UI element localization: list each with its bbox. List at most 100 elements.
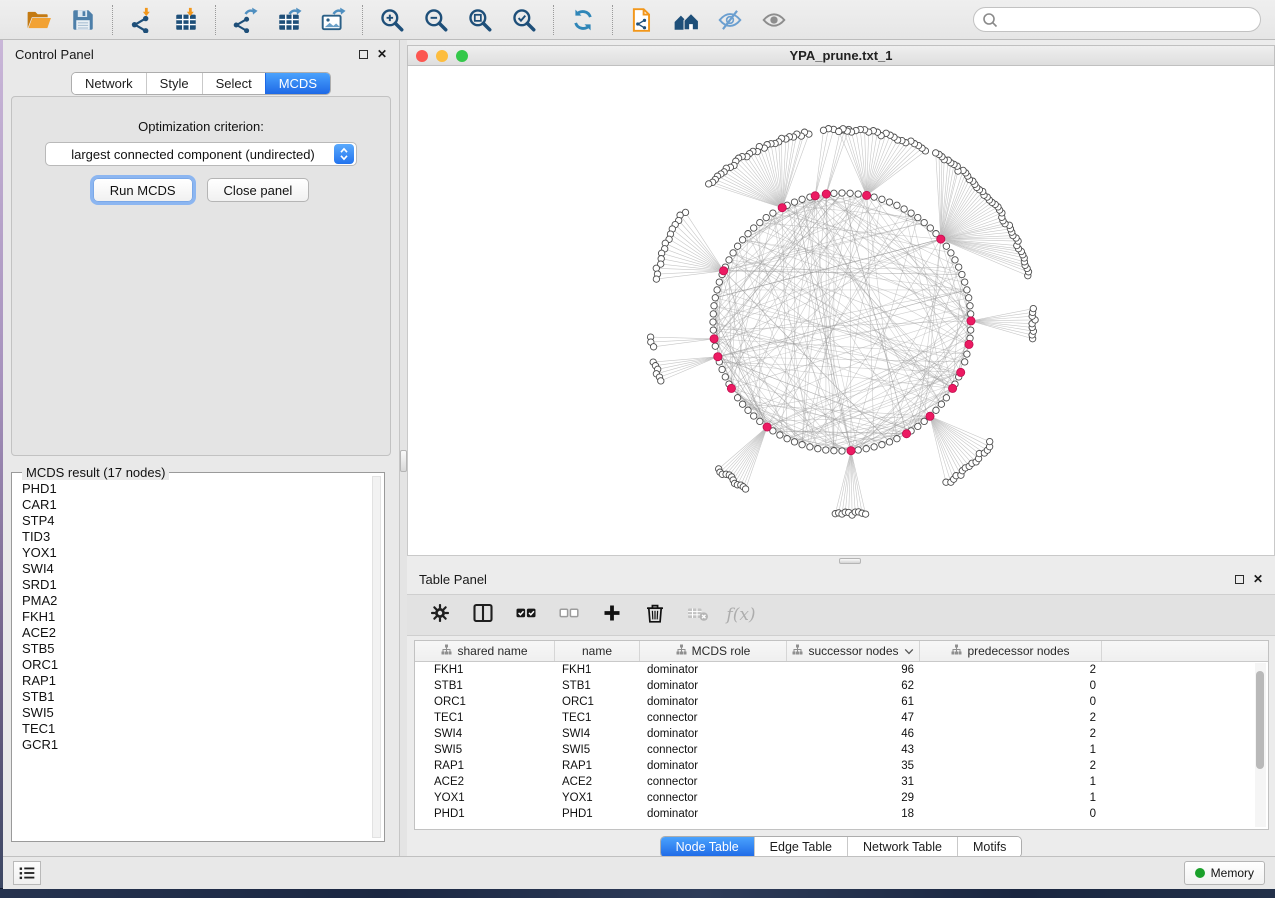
- network-view[interactable]: [407, 66, 1275, 556]
- table-row[interactable]: SWI4SWI4dominator462: [415, 726, 1268, 742]
- tab-network-table[interactable]: Network Table: [847, 837, 957, 857]
- result-node-item[interactable]: SWI5: [22, 705, 370, 721]
- zoom-fit-button[interactable]: [465, 5, 495, 35]
- document-share-icon: [629, 7, 655, 33]
- result-node-item[interactable]: RAP1: [22, 673, 370, 689]
- close-table-panel-icon[interactable]: ✕: [1253, 573, 1263, 585]
- import-network-button[interactable]: [127, 5, 157, 35]
- tab-network[interactable]: Network: [72, 73, 146, 94]
- hide-graphics-details-button[interactable]: [715, 5, 745, 35]
- delete-columns-button[interactable]: [642, 602, 668, 628]
- memory-button[interactable]: Memory: [1184, 861, 1265, 885]
- table-row[interactable]: ORC1ORC1dominator610: [415, 694, 1268, 710]
- result-node-item[interactable]: STB1: [22, 689, 370, 705]
- export-image-button[interactable]: [318, 5, 348, 35]
- share-network-document-button[interactable]: [627, 5, 657, 35]
- split-panel-button[interactable]: [470, 602, 496, 628]
- table-row[interactable]: SWI5SWI5connector431: [415, 742, 1268, 758]
- table-scrollbar-thumb[interactable]: [1256, 671, 1264, 769]
- panel-menu-button[interactable]: [13, 861, 41, 885]
- export-table-button[interactable]: [274, 5, 304, 35]
- column-header-predecessor-nodes[interactable]: predecessor nodes: [920, 641, 1102, 661]
- table-row[interactable]: YOX1YOX1connector291: [415, 790, 1268, 806]
- cell-predecessor-nodes: 0: [920, 678, 1102, 694]
- float-panel-icon[interactable]: [359, 50, 368, 59]
- close-panel-button[interactable]: Close panel: [207, 178, 310, 202]
- table-row[interactable]: FKH1FKH1dominator962: [415, 662, 1268, 678]
- toolbar-group: [363, 5, 553, 35]
- table-row[interactable]: STB1STB1dominator620: [415, 678, 1268, 694]
- tab-motifs[interactable]: Motifs: [957, 837, 1021, 857]
- zoom-in-button[interactable]: [377, 5, 407, 35]
- table-scrollbar[interactable]: [1255, 663, 1266, 827]
- table-row[interactable]: TEC1TEC1connector472: [415, 710, 1268, 726]
- vertical-splitter[interactable]: [400, 40, 407, 856]
- result-node-item[interactable]: TEC1: [22, 721, 370, 737]
- search-input[interactable]: [1002, 13, 1252, 27]
- eye-slash-icon: [717, 7, 743, 33]
- result-node-item[interactable]: YOX1: [22, 545, 370, 561]
- vertical-splitter-handle[interactable]: [400, 450, 407, 472]
- result-node-item[interactable]: PHD1: [22, 481, 370, 497]
- network-workspace: YPA_prune.txt_1 Table Panel ✕ f(x) share…: [407, 40, 1275, 856]
- result-node-item[interactable]: ACE2: [22, 625, 370, 641]
- search-field[interactable]: [973, 7, 1261, 32]
- select-all-columns-button[interactable]: [513, 602, 539, 628]
- table-row[interactable]: PHD1PHD1dominator180: [415, 806, 1268, 822]
- horizontal-splitter-handle[interactable]: [839, 558, 861, 564]
- column-header-MCDS-role[interactable]: MCDS role: [640, 641, 787, 661]
- result-node-item[interactable]: SWI4: [22, 561, 370, 577]
- table-import-icon: [173, 7, 199, 33]
- network-overview-button[interactable]: [671, 5, 701, 35]
- result-node-item[interactable]: ORC1: [22, 657, 370, 673]
- tab-select[interactable]: Select: [202, 73, 265, 94]
- optimization-criterion-select[interactable]: largest connected component (undirected): [45, 142, 357, 166]
- memory-status-icon: [1195, 868, 1205, 878]
- import-table-button[interactable]: [171, 5, 201, 35]
- sort-desc-icon: [904, 644, 914, 658]
- column-header-shared-name[interactable]: shared name: [415, 641, 555, 661]
- network-graph[interactable]: [408, 66, 1275, 556]
- column-header-successor-nodes[interactable]: successor nodes: [787, 641, 920, 661]
- unselect-all-columns-button[interactable]: [556, 602, 582, 628]
- mcds-result-list[interactable]: PHD1CAR1STP4TID3YOX1SWI4SRD1PMA2FKH1ACE2…: [22, 481, 370, 837]
- network-window-titlebar: YPA_prune.txt_1: [407, 45, 1275, 66]
- toolbar-group: [10, 5, 112, 35]
- export-network-button[interactable]: [230, 5, 260, 35]
- result-node-item[interactable]: STP4: [22, 513, 370, 529]
- show-graphics-details-button[interactable]: [759, 5, 789, 35]
- columns-icon: [471, 601, 495, 630]
- float-table-panel-icon[interactable]: [1235, 575, 1244, 584]
- cell-mcds-role: dominator: [640, 726, 787, 742]
- save-session-button[interactable]: [68, 5, 98, 35]
- result-scrollbar[interactable]: [372, 476, 381, 838]
- column-header-name[interactable]: name: [555, 641, 640, 661]
- tab-style[interactable]: Style: [146, 73, 202, 94]
- table-row[interactable]: ACE2ACE2connector311: [415, 774, 1268, 790]
- trash-icon: [643, 601, 667, 630]
- result-node-item[interactable]: STB5: [22, 641, 370, 657]
- result-node-item[interactable]: CAR1: [22, 497, 370, 513]
- cell-shared-name: ORC1: [415, 694, 555, 710]
- result-node-item[interactable]: TID3: [22, 529, 370, 545]
- cell-successor-nodes: 18: [787, 806, 920, 822]
- tab-edge-table[interactable]: Edge Table: [754, 837, 847, 857]
- horizontal-splitter[interactable]: [407, 556, 1275, 566]
- open-session-button[interactable]: [24, 5, 54, 35]
- create-column-button[interactable]: [599, 602, 625, 628]
- result-node-item[interactable]: PMA2: [22, 593, 370, 609]
- application-window: Control Panel ✕ NetworkStyleSelectMCDS O…: [0, 0, 1275, 898]
- result-node-item[interactable]: GCR1: [22, 737, 370, 753]
- zoom-out-button[interactable]: [421, 5, 451, 35]
- result-node-item[interactable]: SRD1: [22, 577, 370, 593]
- close-panel-icon[interactable]: ✕: [377, 48, 387, 60]
- refresh-view-button[interactable]: [568, 5, 598, 35]
- tab-node-table[interactable]: Node Table: [661, 837, 754, 857]
- zoom-selected-button[interactable]: [509, 5, 539, 35]
- tab-mcds[interactable]: MCDS: [265, 73, 330, 94]
- column-namespace-icon: [792, 644, 803, 658]
- result-node-item[interactable]: FKH1: [22, 609, 370, 625]
- table-settings-button[interactable]: [427, 602, 453, 628]
- table-row[interactable]: RAP1RAP1dominator352: [415, 758, 1268, 774]
- run-mcds-button[interactable]: Run MCDS: [93, 178, 193, 202]
